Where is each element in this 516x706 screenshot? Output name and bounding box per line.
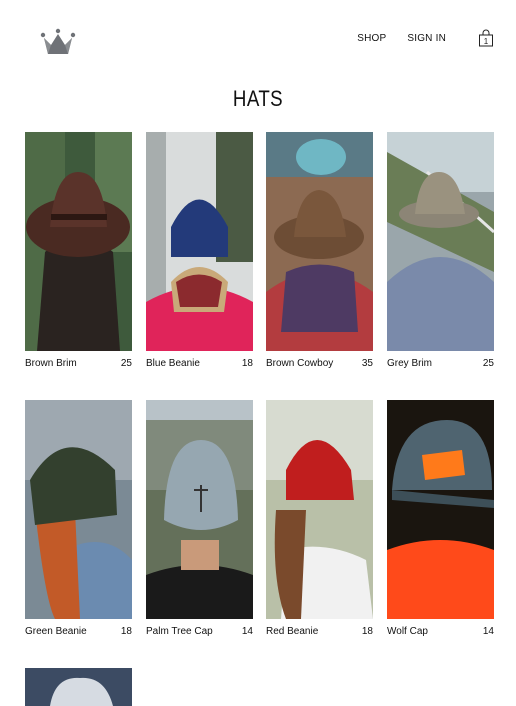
product-price: 18 [241, 358, 253, 369]
product-image[interactable] [266, 400, 373, 619]
product-name: Grey Brim [387, 358, 432, 369]
product-name: Brown Cowboy [266, 358, 334, 369]
product-name: Blue Beanie [146, 358, 200, 369]
nav-shop-link[interactable]: SHOP [357, 33, 386, 44]
product-card[interactable]: Grey Brim 25 [387, 132, 494, 371]
product-card[interactable]: Green Beanie 18 [25, 400, 132, 639]
product-meta: Palm Tree Cap 14 [146, 625, 253, 639]
product-card[interactable]: Blue Beanie 18 [146, 132, 253, 371]
product-price: 35 [361, 358, 373, 369]
product-card[interactable]: Palm Tree Cap 14 [146, 400, 253, 639]
product-meta: Brown Brim 25 [25, 357, 132, 371]
cart-count: 1 [484, 37, 489, 46]
product-price: 14 [241, 626, 253, 637]
nav-signin-link[interactable]: SIGN IN [407, 33, 446, 44]
product-meta: Blue Beanie 18 [146, 357, 253, 371]
top-nav: SHOP SIGN IN 1 [357, 29, 494, 47]
product-price: 18 [120, 626, 132, 637]
product-image[interactable] [25, 668, 132, 706]
product-price: 25 [120, 358, 132, 369]
product-name: Palm Tree Cap [146, 626, 213, 637]
product-name: Green Beanie [25, 626, 87, 637]
product-image[interactable] [146, 132, 253, 351]
product-image[interactable] [25, 400, 132, 619]
product-image[interactable] [387, 400, 494, 619]
product-card[interactable] [25, 668, 132, 706]
product-card[interactable]: Wolf Cap 14 [387, 400, 494, 639]
product-image[interactable] [266, 132, 373, 351]
shopping-bag-icon[interactable]: 1 [478, 29, 494, 47]
product-image[interactable] [25, 132, 132, 351]
product-card[interactable]: Brown Brim 25 [25, 132, 132, 371]
product-meta: Green Beanie 18 [25, 625, 132, 639]
product-price: 25 [482, 358, 494, 369]
product-name: Brown Brim [25, 358, 77, 369]
product-name: Red Beanie [266, 626, 319, 637]
product-meta: Brown Cowboy 35 [266, 357, 373, 371]
product-name: Wolf Cap [387, 626, 428, 637]
product-image[interactable] [387, 132, 494, 351]
product-price: 14 [482, 626, 494, 637]
product-meta: Grey Brim 25 [387, 357, 494, 371]
crown-logo-icon[interactable] [40, 28, 76, 56]
product-meta: Red Beanie 18 [266, 625, 373, 639]
product-price: 18 [361, 626, 373, 637]
page-title: HATS [232, 86, 284, 111]
product-image[interactable] [146, 400, 253, 619]
product-card[interactable]: Brown Cowboy 35 [266, 132, 373, 371]
product-card[interactable]: Red Beanie 18 [266, 400, 373, 639]
product-meta: Wolf Cap 14 [387, 625, 494, 639]
